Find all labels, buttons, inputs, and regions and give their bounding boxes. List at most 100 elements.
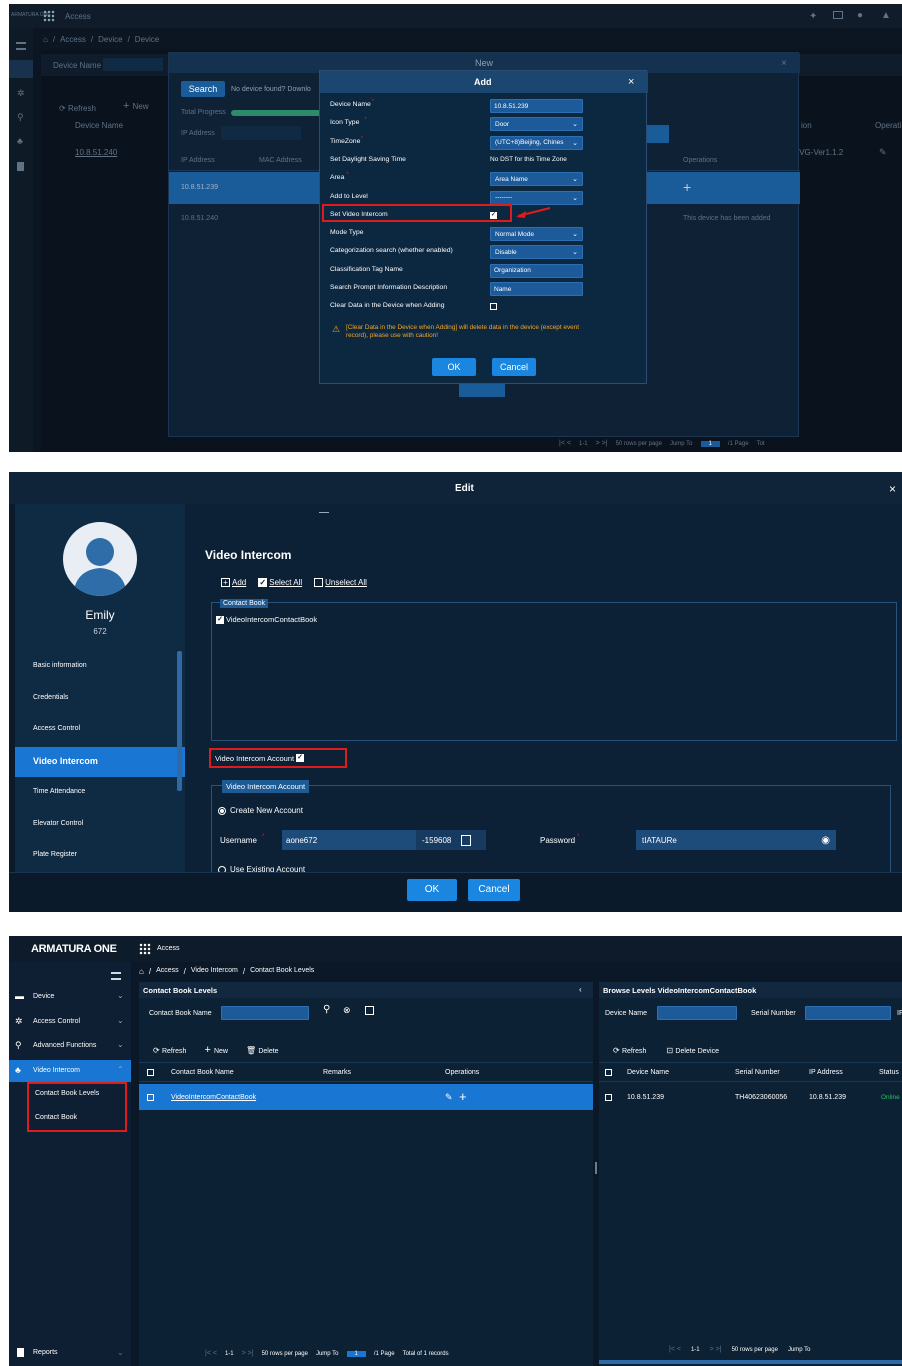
rows-per-page[interactable]: 50 rows per page [262,1351,308,1357]
sidebar-item-advanced-functions[interactable]: ⚲ Advanced Functions ⌄ [9,1035,131,1057]
bg-device-name-input[interactable] [103,58,163,71]
sidebar-sub-contact-book-levels[interactable]: Contact Book Levels [35,1090,99,1097]
refresh-button[interactable]: ⟳ Refresh [613,1040,646,1058]
rows-per-page[interactable]: 50 rows per page [732,1347,778,1353]
pin-icon[interactable]: ✦ [809,11,817,22]
page-next-icon[interactable]: > >| [710,1346,722,1353]
page-prev-icon[interactable]: |< < [205,1350,217,1357]
ip-filter-input[interactable] [221,126,301,140]
field-select[interactable]: Disable ⌄ [490,245,583,260]
home-icon[interactable]: ⌂ [139,967,144,976]
export-icon[interactable] [365,1006,374,1015]
nav-item-plate-register[interactable]: Plate Register [15,841,185,871]
reports-icon[interactable] [17,162,24,171]
cancel-button[interactable]: Cancel [468,879,520,901]
page-prev-icon[interactable]: |< < [669,1346,681,1353]
table-row[interactable]: VideoIntercomContactBook ✎ + [139,1084,593,1110]
nav-item-time-attendance[interactable]: Time Attendance [15,778,185,808]
breadcrumb-item[interactable]: Access [156,967,179,976]
search-icon[interactable]: ⚲ [323,1004,330,1015]
breadcrumb-item[interactable]: Device [98,35,122,44]
checkbox-empty-icon[interactable] [147,1094,154,1101]
search-dialog-ok[interactable] [459,383,505,397]
close-icon[interactable]: × [889,482,896,496]
horizontal-scrollbar[interactable] [599,1360,902,1364]
clear-filter-icon[interactable]: ⊗ [343,1005,351,1016]
bg-row-ip[interactable]: 10.8.51.240 [75,148,117,157]
username-input[interactable]: aone672 [282,830,416,850]
jump-input[interactable]: 1 [346,1350,366,1357]
field-input[interactable]: 10.8.51.239 [490,99,583,113]
apps-grid-icon[interactable] [139,943,151,955]
nav-item-basic-information[interactable]: Basic information [15,652,185,682]
unselect-all-button[interactable]: Unselect All [314,578,367,587]
field-select[interactable]: Normal Mode ⌄ [490,227,583,242]
nav-scrollbar[interactable] [177,651,182,791]
jump-input[interactable]: 1 [700,440,720,447]
bg-new[interactable]: + New [123,96,149,114]
add-icon[interactable]: + [459,1089,467,1104]
eye-icon[interactable]: ◉ [821,835,830,846]
new-button[interactable]: + New [204,1040,228,1058]
edit-icon[interactable]: ✎ [445,1092,453,1103]
contact-book-name-input[interactable] [221,1006,309,1020]
search-button[interactable]: Search [181,81,225,97]
apps-grid-icon[interactable] [43,10,55,22]
collapse-icon[interactable]: ‹ [579,985,582,994]
contact-book-item[interactable]: ✓ VideoIntercomContactBook [216,615,317,624]
sidebar-sub-contact-book[interactable]: Contact Book [35,1114,77,1121]
advanced-icon[interactable]: ⚲ [17,112,24,123]
checkbox-empty-icon[interactable] [147,1069,154,1076]
no-device-text[interactable]: No device found? Downlo [231,86,311,93]
page-next-icon[interactable]: > >| [596,440,608,447]
breadcrumb-item[interactable]: Video Intercom [191,967,238,976]
user-icon[interactable]: ▲ [881,10,891,21]
nav-item-elevator-control[interactable]: Elevator Control [15,810,185,840]
intercom-icon[interactable]: ♣ [17,136,23,146]
device-icon[interactable] [9,60,33,78]
nav-item-access-control[interactable]: Access Control [15,715,185,745]
select-all-button[interactable]: ✓ Select All [258,578,302,587]
field-select[interactable]: -------- ⌄ [490,190,583,205]
sidebar-item-device[interactable]: ▬ Device ⌄ [9,986,131,1008]
add-icon[interactable]: + [683,179,691,195]
ok-button[interactable]: OK [432,358,476,376]
field-input[interactable]: Name [490,282,583,296]
copy-icon[interactable] [461,834,472,846]
add-button[interactable]: + Add [221,578,246,587]
refresh-button[interactable]: ⟳ Refresh [153,1040,186,1058]
sidebar-item-access-control[interactable]: ✲ Access Control ⌄ [9,1011,131,1033]
field-select[interactable]: Door ⌄ [490,117,583,132]
checkbox-empty-icon[interactable] [605,1094,612,1101]
close-icon[interactable]: × [628,76,634,88]
checkbox-empty-icon[interactable] [490,303,497,311]
checkbox-empty-icon[interactable] [605,1069,612,1076]
nav-item-video-intercom[interactable]: Video Intercom [15,746,185,777]
bg-refresh[interactable]: ⟳ Refresh [59,98,96,116]
ok-button[interactable]: OK [407,879,457,901]
vi-account-toggle[interactable]: Video Intercom Account ✓ [209,748,347,768]
field-input[interactable]: Organization [490,263,583,278]
create-new-radio[interactable]: Create New Account [218,806,303,815]
contact-book-name-link[interactable]: VideoIntercomContactBook [171,1094,256,1101]
password-input[interactable]: tIATAURe ◉ [636,830,836,850]
page-prev-icon[interactable]: |< < [559,440,571,447]
delete-button[interactable]: 🗑 Delete [246,1040,279,1058]
field-select[interactable]: Area Name ⌄ [490,172,583,187]
monitor-icon[interactable] [833,11,843,19]
rows-per-page[interactable]: 50 rows per page [616,441,662,447]
bell-icon[interactable]: ● [857,10,863,21]
nav-item-credentials[interactable]: Credentials [15,684,185,714]
breadcrumb-item[interactable]: Access [60,35,86,44]
delete-device-button[interactable]: ⊡ Delete Device [666,1040,719,1058]
field-select[interactable]: (UTC+8)Beijing, Chines ⌄ [490,135,583,150]
serial-number-input[interactable] [805,1006,891,1020]
home-icon[interactable]: ⌂ [43,35,48,44]
cancel-button[interactable]: Cancel [492,358,536,376]
table-row[interactable]: 10.8.51.239 TH40623060056 10.8.51.239 On… [599,1084,902,1110]
sidebar-item-video-intercom[interactable]: ♣ Video Intercom ⌃ [9,1059,131,1082]
gear-icon[interactable]: ✲ [17,88,25,99]
menu-toggle-icon[interactable] [111,972,121,980]
bg-edit-icon[interactable]: ✎ [879,147,887,158]
sidebar-item-reports[interactable]: Reports ⌄ [9,1344,131,1362]
